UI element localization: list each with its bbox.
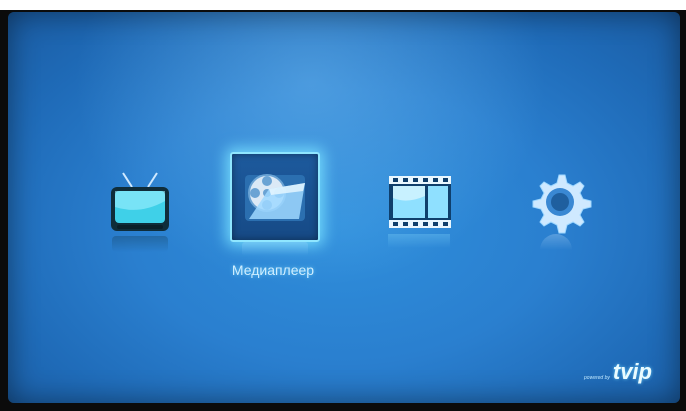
selected-item-label: Медиаплеер <box>231 262 315 278</box>
screen: Медиаплеер powered by tvip <box>8 12 680 403</box>
main-menu: Медиаплеер powered by tvip <box>8 12 680 403</box>
media-folder-icon <box>245 174 305 221</box>
mediaplayer-reflection <box>240 242 310 256</box>
brand-name: tvip <box>612 359 652 384</box>
menu-item-tv[interactable] <box>100 162 180 242</box>
tv-icon <box>111 172 169 231</box>
menu-item-mediaplayer[interactable] <box>230 152 320 242</box>
brand-tagline: powered by <box>584 375 610 381</box>
top-strip <box>0 0 686 10</box>
film-strip-icon <box>389 176 451 228</box>
gear-icon <box>532 174 592 234</box>
settings-reflection <box>528 234 584 266</box>
video-reflection <box>388 234 450 248</box>
menu-item-settings[interactable] <box>520 162 600 242</box>
tv-frame: Медиаплеер powered by tvip <box>0 0 686 411</box>
brand-logo: powered by tvip <box>584 359 652 385</box>
tv-reflection <box>110 236 170 252</box>
menu-item-video[interactable] <box>380 162 460 242</box>
